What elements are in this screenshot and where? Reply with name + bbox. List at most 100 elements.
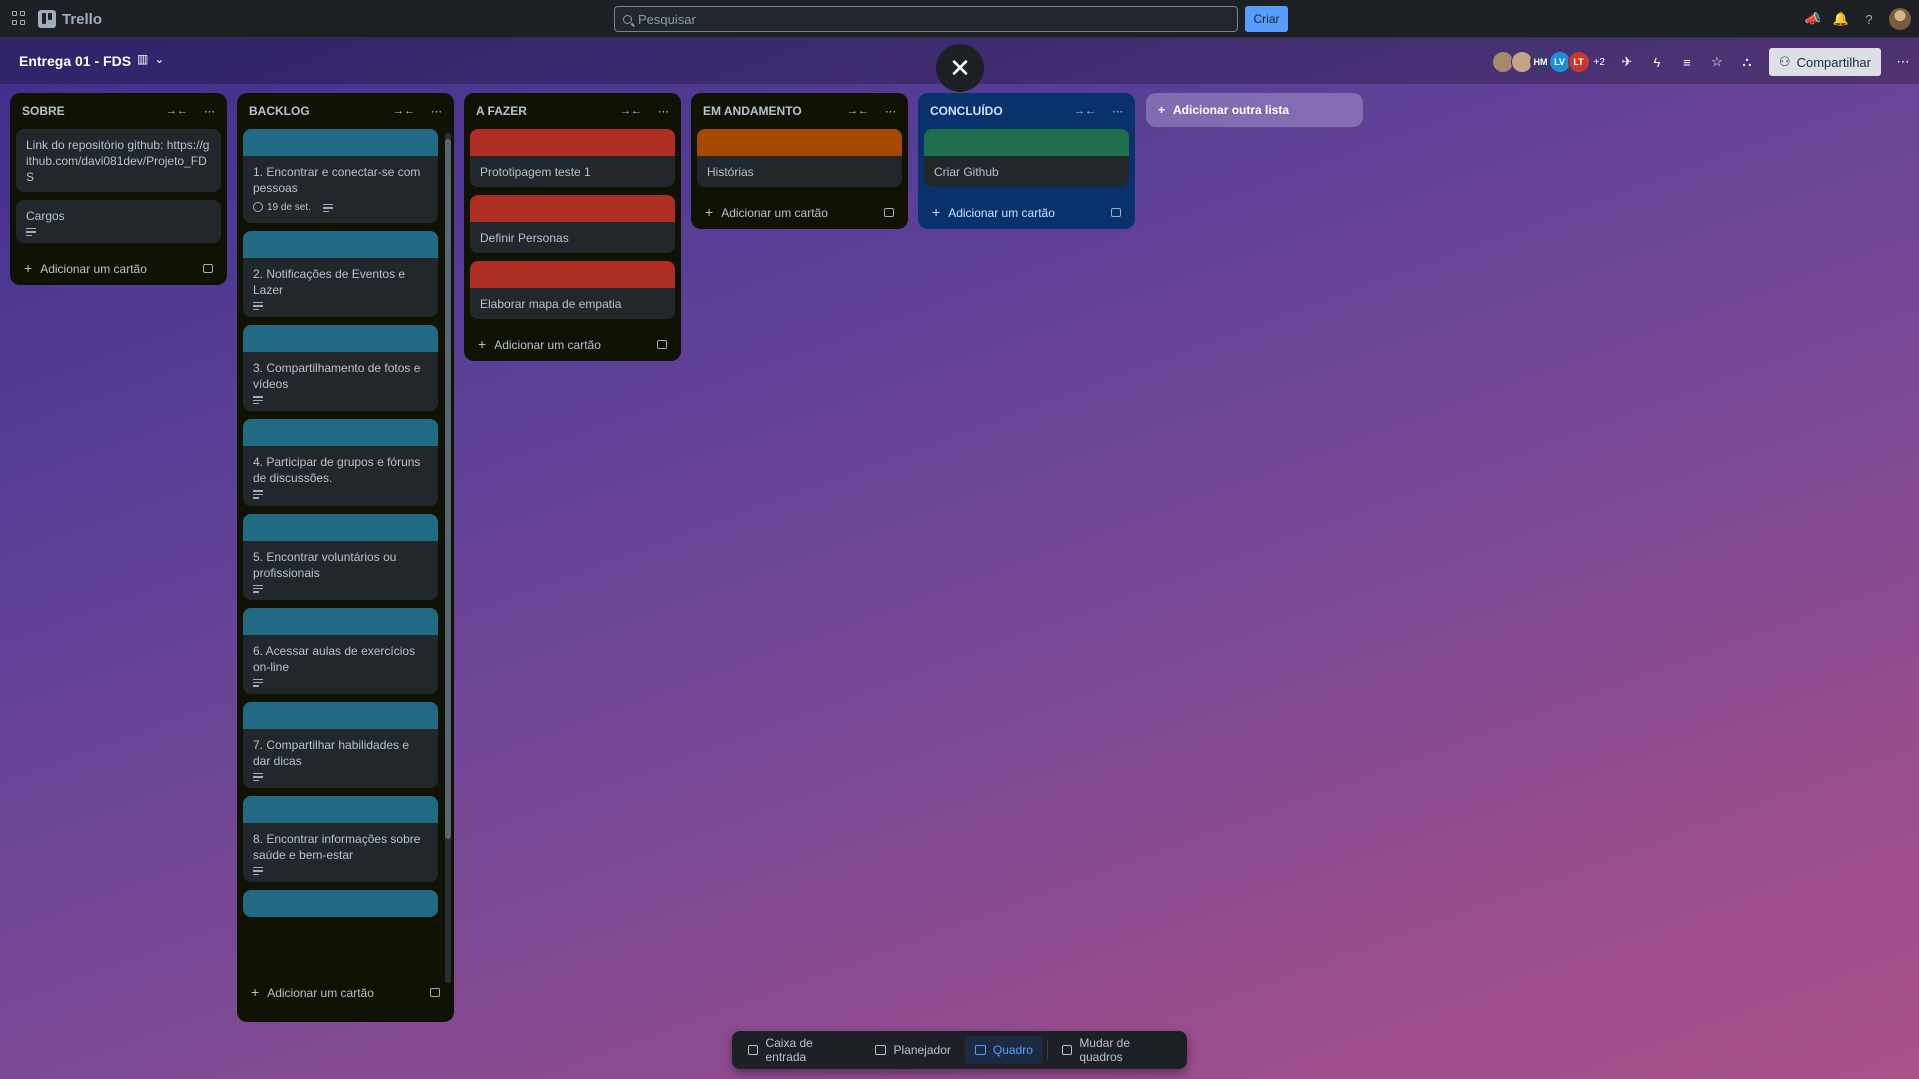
nav-inbox[interactable]: Caixa de entrada: [738, 1036, 861, 1064]
scrollbar-thumb[interactable]: [445, 139, 451, 839]
nav-planner[interactable]: Planejador: [865, 1036, 960, 1064]
add-card-label: Adicionar um cartão: [267, 986, 374, 1000]
list-menu-icon[interactable]: ⋯: [204, 105, 215, 118]
add-list-label: Adicionar outra lista: [1173, 103, 1290, 117]
add-card-label: Adicionar um cartão: [721, 206, 828, 220]
card[interactable]: Criar Github: [924, 129, 1129, 187]
add-card-button[interactable]: + Adicionar um cartão: [10, 251, 227, 285]
extra-members-count[interactable]: +2: [1594, 57, 1605, 68]
list-header[interactable]: BACKLOG →← ⋯: [237, 93, 454, 129]
card-title: Elaborar mapa de empatia: [480, 297, 622, 311]
card[interactable]: Link do repositório github: https://gith…: [16, 129, 221, 192]
list-menu-icon[interactable]: ⋯: [431, 105, 442, 118]
nav-planner-label: Planejador: [893, 1043, 951, 1057]
add-card-button[interactable]: + Adicionar um cartão: [918, 195, 1135, 229]
card[interactable]: 4. Participar de grupos e fóruns de disc…: [243, 419, 438, 506]
card[interactable]: 1. Encontrar e conectar-se com pessoas 1…: [243, 129, 438, 223]
board-view-icon: ▥: [137, 52, 149, 66]
due-date-badge[interactable]: 19 de set.: [253, 200, 311, 216]
card-title: 3. Compartilhamento de fotos e vídeos: [253, 361, 421, 392]
close-icon[interactable]: ✕: [936, 44, 984, 92]
list-scrollbar[interactable]: [445, 133, 451, 983]
visibility-icon[interactable]: ⛬: [1739, 54, 1755, 70]
star-icon[interactable]: ☆: [1709, 54, 1725, 70]
card[interactable]: Prototipagem teste 1: [470, 129, 675, 187]
help-icon[interactable]: ?: [1861, 11, 1877, 27]
card-title: 1. Encontrar e conectar-se com pessoas: [253, 165, 421, 195]
app-switcher-icon[interactable]: [12, 11, 26, 25]
list-menu-icon[interactable]: ⋯: [885, 105, 896, 118]
list-title[interactable]: A FAZER: [476, 104, 527, 118]
bell-icon[interactable]: 🔔: [1833, 11, 1849, 27]
trello-logo[interactable]: Trello: [38, 10, 102, 28]
template-icon[interactable]: [884, 207, 894, 217]
card-title: 6. Acessar aulas de exercícios on-line: [253, 643, 416, 674]
collapse-icon[interactable]: →←: [1074, 105, 1096, 118]
list-header[interactable]: EM ANDAMENTO →← ⋯: [691, 93, 908, 129]
user-avatar[interactable]: [1889, 8, 1911, 30]
list-header[interactable]: CONCLUÍDO →← ⋯: [918, 93, 1135, 129]
list-title[interactable]: EM ANDAMENTO: [703, 104, 802, 118]
list-title[interactable]: CONCLUÍDO: [930, 104, 1003, 118]
list-title[interactable]: BACKLOG: [249, 104, 310, 118]
collapse-icon[interactable]: →←: [393, 105, 415, 118]
automation-icon[interactable]: ϟ: [1649, 55, 1665, 70]
add-card-button[interactable]: + Adicionar um cartão: [691, 195, 908, 229]
collapse-icon[interactable]: →←: [620, 105, 642, 118]
filter-icon[interactable]: ≡: [1679, 55, 1695, 70]
card[interactable]: Histórias: [697, 129, 902, 187]
collapse-icon[interactable]: →←: [847, 105, 869, 118]
list-concluido: CONCLUÍDO →← ⋯ Criar Github + Adicionar um…: [918, 93, 1135, 229]
template-icon[interactable]: [1111, 207, 1121, 217]
board-view-switcher[interactable]: ▥ ⌄: [137, 52, 164, 66]
board-members[interactable]: HM LV LT +2: [1491, 51, 1605, 73]
megaphone-icon[interactable]: 📣: [1805, 11, 1821, 27]
card[interactable]: 5. Encontrar voluntários ou profissionai…: [243, 513, 438, 600]
member-avatar[interactable]: LT: [1567, 51, 1590, 73]
card[interactable]: 2. Notificações de Eventos e Lazer: [243, 231, 438, 318]
rocket-icon[interactable]: ✈: [1619, 54, 1635, 70]
list-menu-icon[interactable]: ⋯: [658, 105, 669, 118]
card-cover: [697, 129, 902, 156]
collapse-icon[interactable]: →←: [166, 105, 188, 118]
card-title: Prototipagem teste 1: [480, 165, 591, 179]
template-icon[interactable]: [203, 263, 213, 273]
list-header[interactable]: A FAZER →← ⋯: [464, 93, 681, 129]
board-title[interactable]: Entrega 01 - FDS: [19, 53, 131, 69]
card[interactable]: 3. Compartilhamento de fotos e vídeos: [243, 325, 438, 412]
search-input[interactable]: [638, 11, 1237, 27]
list-header[interactable]: SOBRE →← ⋯: [10, 93, 227, 129]
top-navigation-bar: Trello Criar 📣 🔔 ?: [0, 0, 1919, 38]
card-cover: [470, 195, 675, 222]
card[interactable]: [243, 890, 438, 918]
add-list-button[interactable]: + Adicionar outra lista: [1146, 93, 1363, 127]
description-icon: [253, 678, 263, 687]
app-name: Trello: [62, 10, 103, 28]
card[interactable]: Cargos: [16, 200, 221, 244]
template-icon[interactable]: [430, 987, 440, 997]
card-title: 5. Encontrar voluntários ou profissionai…: [253, 549, 397, 580]
board-header-actions: HM LV LT +2 ✈ ϟ ≡ ☆ ⛬ ⚇ Compartilhar ⋯: [1491, 48, 1911, 76]
add-card-button[interactable]: + Adicionar um cartão: [237, 975, 454, 1009]
list-title[interactable]: SOBRE: [22, 104, 65, 118]
search-box[interactable]: [614, 6, 1238, 32]
more-icon[interactable]: ⋯: [1895, 54, 1911, 70]
share-button[interactable]: ⚇ Compartilhar: [1768, 48, 1881, 76]
card-cover: [243, 325, 438, 353]
inbox-icon: [748, 1045, 759, 1055]
nav-board[interactable]: Quadro: [964, 1036, 1043, 1064]
card[interactable]: 8. Encontrar informações sobre saúde e b…: [243, 796, 438, 883]
description-icon: [322, 203, 333, 213]
card[interactable]: Definir Personas: [470, 195, 675, 253]
card[interactable]: 6. Acessar aulas de exercícios on-line: [243, 607, 438, 694]
card-title: 4. Participar de grupos e fóruns de disc…: [253, 455, 421, 486]
search-icon: [623, 14, 632, 24]
nav-switch-boards[interactable]: Mudar de quadros: [1052, 1036, 1181, 1064]
plus-icon: +: [1158, 103, 1166, 117]
add-card-button[interactable]: + Adicionar um cartão: [464, 327, 681, 361]
list-menu-icon[interactable]: ⋯: [1112, 105, 1123, 118]
card[interactable]: Elaborar mapa de empatia: [470, 261, 675, 319]
template-icon[interactable]: [657, 339, 667, 349]
create-button[interactable]: Criar: [1245, 6, 1288, 32]
card[interactable]: 7. Compartilhar habilidades e dar dicas: [243, 701, 438, 789]
